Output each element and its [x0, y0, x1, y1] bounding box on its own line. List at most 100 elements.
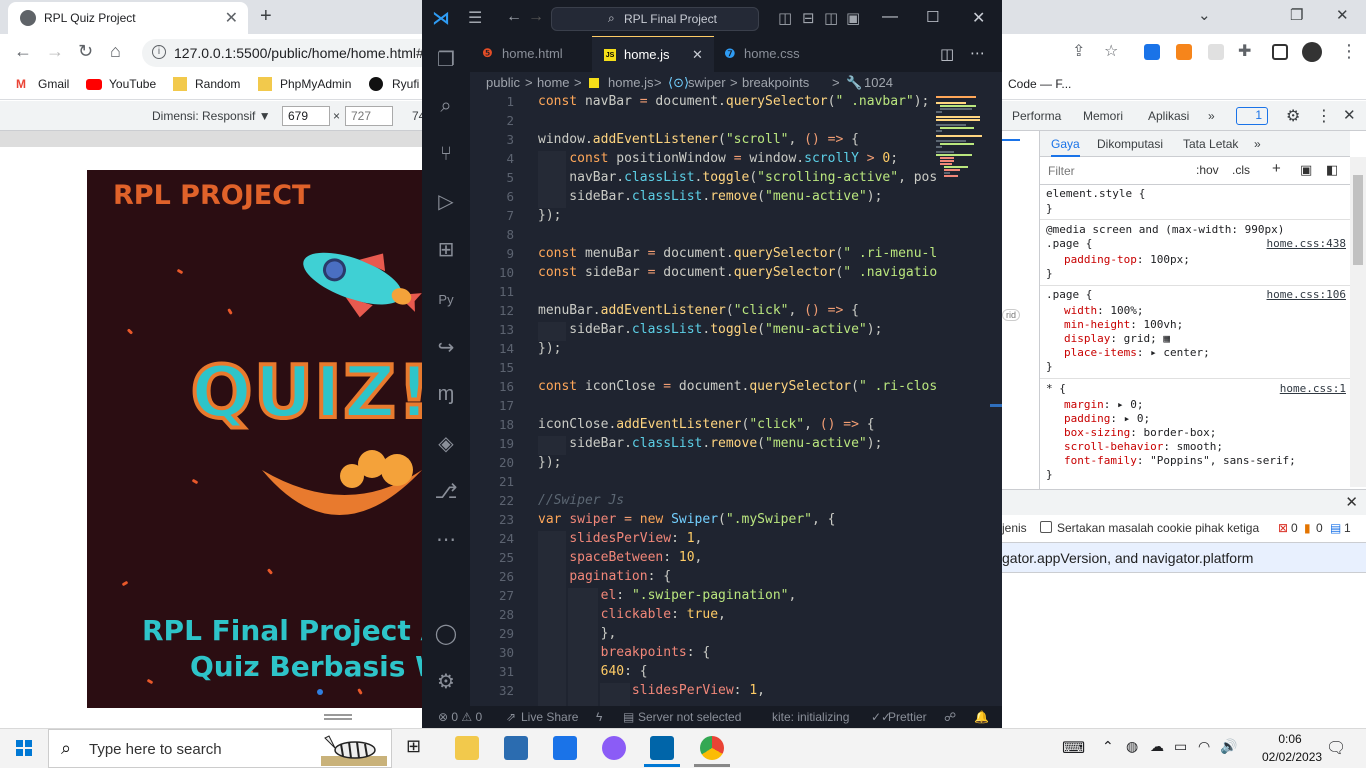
forward-icon[interactable]: →: [46, 41, 64, 62]
reload-icon[interactable]: ↻: [78, 41, 93, 62]
tab-home-js[interactable]: JS home.js ✕: [592, 36, 714, 72]
css-property[interactable]: padding-top: [1064, 253, 1137, 266]
restore-window-icon[interactable]: ❐: [1290, 6, 1303, 24]
nav-back-icon[interactable]: ←: [506, 8, 522, 26]
tab-styles[interactable]: Gaya: [1051, 137, 1080, 157]
site-info-icon[interactable]: i: [152, 45, 166, 59]
windows-start-icon[interactable]: [16, 740, 32, 756]
vscode-taskbar-icon[interactable]: [650, 736, 674, 760]
code-line[interactable]: //Swiper Js: [538, 493, 624, 508]
extensions-icon[interactable]: ⊞: [434, 238, 458, 262]
code-line[interactable]: const sideBar = document.querySelector("…: [538, 265, 937, 280]
wifi-icon[interactable]: ◠: [1198, 738, 1210, 755]
rule2-selector[interactable]: .page {: [1046, 288, 1092, 301]
code-line[interactable]: });: [538, 455, 561, 470]
grid-editor-icon[interactable]: ▦: [1163, 332, 1170, 345]
more-tabs-icon[interactable]: »: [1208, 109, 1215, 123]
source-control-icon[interactable]: ⑂: [434, 142, 458, 166]
code-line[interactable]: sideBar.classList.remove("menu-active");: [538, 189, 882, 204]
tab-search-icon[interactable]: ⌄: [1198, 6, 1211, 24]
tab-layout[interactable]: Tata Letak: [1183, 137, 1238, 151]
css-value[interactable]: ▸ center;: [1150, 346, 1210, 359]
swiper-pagination-dot[interactable]: [317, 689, 323, 695]
rule3-source-link[interactable]: home.css:1: [1280, 382, 1346, 395]
breadcrumb-item[interactable]: public: [486, 75, 520, 90]
tab-computed[interactable]: Dikomputasi: [1097, 137, 1163, 151]
notifications-bell-icon[interactable]: 🔔: [974, 710, 989, 724]
css-property[interactable]: box-sizing: [1064, 426, 1130, 439]
hov-toggle[interactable]: :hov: [1196, 163, 1219, 177]
code-editor[interactable]: 1 2 3 4 5 6 7 8 9 10 11 12 13 14 15 16 1…: [470, 94, 938, 706]
css-property[interactable]: margin: [1064, 398, 1104, 411]
explorer-icon[interactable]: ❐: [434, 48, 458, 72]
python-icon[interactable]: Py: [434, 288, 458, 312]
kebab-menu-icon[interactable]: ⋮: [1340, 41, 1358, 62]
css-value[interactable]: ▸ 0;: [1117, 398, 1144, 411]
code-line[interactable]: 640: {: [538, 664, 648, 679]
close-devtools-icon[interactable]: ✕: [1343, 106, 1356, 124]
tab-application[interactable]: Aplikasi: [1148, 109, 1189, 123]
bookmark-random[interactable]: Random: [195, 77, 240, 91]
filter-input[interactable]: Filter: [1048, 164, 1075, 178]
customize-layout-icon[interactable]: ▣: [846, 9, 860, 27]
tab-home-html[interactable]: ❺ home.html: [470, 36, 582, 72]
search-icon[interactable]: ⌕: [434, 94, 458, 118]
home-icon[interactable]: ⌂: [110, 41, 121, 62]
new-tab-icon[interactable]: +: [260, 5, 272, 28]
code-line[interactable]: const positionWindow = window.scrollY > …: [538, 151, 898, 166]
css-property[interactable]: padding: [1064, 412, 1110, 425]
file-explorer-icon[interactable]: [455, 736, 479, 760]
bookmark-code[interactable]: Code — F...: [1008, 77, 1071, 91]
code-line[interactable]: },: [538, 626, 617, 641]
code-line[interactable]: el: ".swiper-pagination",: [538, 588, 797, 603]
clock-date[interactable]: 02/02/2023: [1262, 750, 1322, 764]
code-line[interactable]: const menuBar = document.querySelector("…: [538, 246, 937, 261]
toggle-sidebar-icon[interactable]: ◫: [778, 9, 792, 27]
more-views-icon[interactable]: ⋯: [434, 528, 458, 552]
code-line[interactable]: slidesPerView: 1,: [538, 531, 702, 546]
command-center[interactable]: RPL Final Project ⌕: [551, 7, 759, 31]
element-style-selector[interactable]: element.style {: [1046, 187, 1145, 200]
kite-icon[interactable]: ɱ: [434, 382, 458, 406]
devtools-menu-icon[interactable]: ⋮: [1316, 106, 1332, 126]
volume-icon[interactable]: 🔊: [1220, 738, 1237, 755]
code-line[interactable]: });: [538, 341, 561, 356]
css-value[interactable]: grid;: [1124, 332, 1157, 345]
minimap[interactable]: [936, 94, 990, 194]
copilot-icon[interactable]: [602, 736, 626, 760]
css-property[interactable]: width: [1064, 304, 1097, 317]
code-line[interactable]: spaceBetween: 10,: [538, 550, 702, 565]
breadcrumb-item[interactable]: home: [537, 75, 570, 90]
breadcrumb-item[interactable]: home.js: [608, 75, 654, 90]
close-window-icon[interactable]: ✕: [1336, 6, 1349, 24]
code-line[interactable]: var swiper = new Swiper(".mySwiper", {: [538, 512, 835, 527]
manage-gear-icon[interactable]: ⚙: [434, 670, 458, 694]
code-line[interactable]: clickable: true,: [538, 607, 726, 622]
taskbar-search[interactable]: ⌕ Type here to search: [48, 729, 392, 768]
search-placeholder[interactable]: Type here to search: [89, 741, 222, 758]
close-icon[interactable]: ✕: [972, 8, 985, 28]
issues-badge[interactable]: 1: [1236, 107, 1268, 125]
rule3-selector[interactable]: * {: [1046, 382, 1066, 395]
bookmark-gmail[interactable]: Gmail: [38, 77, 69, 91]
more-actions-icon[interactable]: ⋯: [970, 44, 985, 62]
split-editor-icon[interactable]: ◫: [940, 45, 954, 63]
extension-icon[interactable]: [1208, 44, 1224, 60]
breadcrumb-item[interactable]: breakpoints: [742, 75, 809, 90]
menu-hamburger-icon[interactable]: ☰: [468, 8, 482, 28]
bookmark-youtube[interactable]: YouTube: [109, 77, 156, 91]
editor-scrollbar[interactable]: [990, 94, 1002, 706]
css-value[interactable]: ▸ 0;: [1124, 412, 1151, 425]
more-subtabs-icon[interactable]: »: [1254, 137, 1261, 151]
scroll-thumb[interactable]: [1353, 175, 1363, 265]
device-width-input[interactable]: 679: [282, 106, 330, 126]
close-drawer-icon[interactable]: ✕: [1345, 493, 1358, 511]
command-center-label[interactable]: RPL Final Project: [624, 12, 717, 26]
chrome-taskbar-icon[interactable]: [700, 736, 724, 760]
bookmark-star-icon[interactable]: ☆: [1104, 41, 1118, 61]
css-value[interactable]: smooth;: [1177, 440, 1223, 453]
code-line[interactable]: sideBar.classList.remove("menu-active");: [538, 436, 882, 451]
cls-toggle[interactable]: .cls: [1232, 163, 1250, 177]
tab-performance[interactable]: Performa: [1012, 109, 1061, 123]
code-line[interactable]: window.addEventListener("scroll", () => …: [538, 132, 859, 147]
